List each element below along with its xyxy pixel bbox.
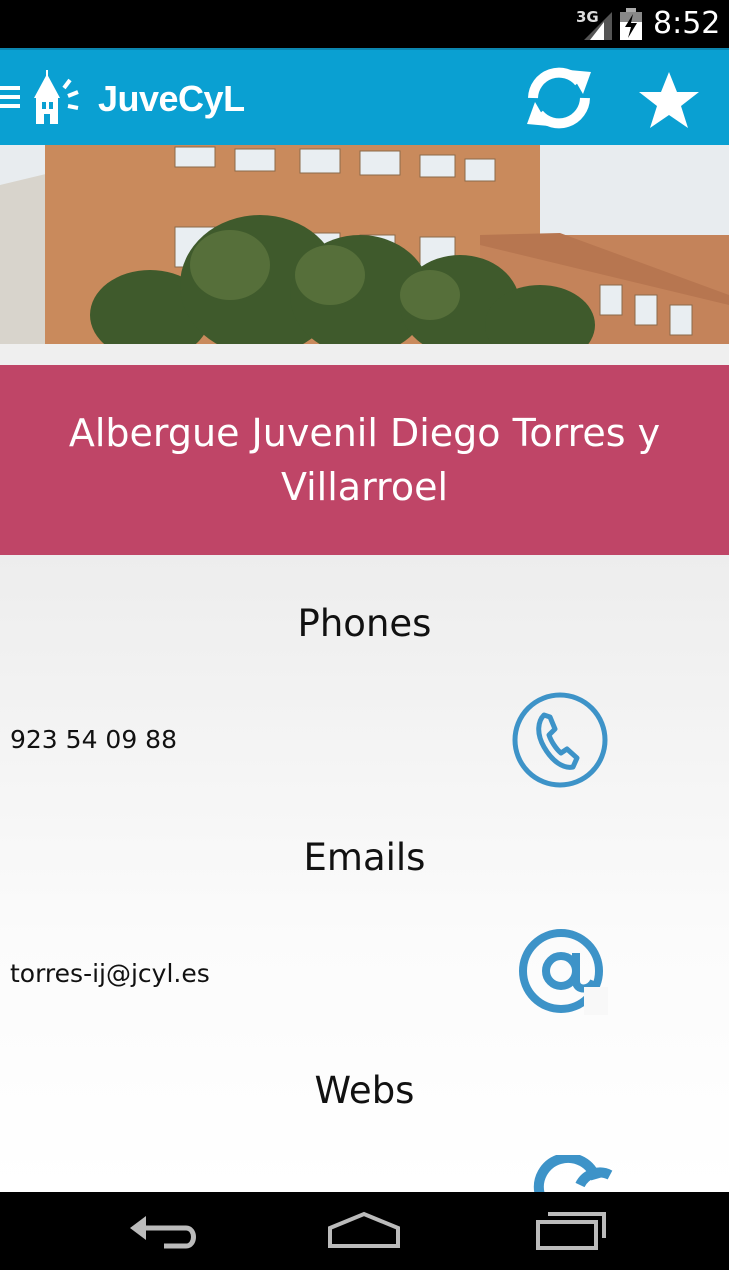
system-nav-bar <box>0 1192 729 1270</box>
back-icon[interactable] <box>124 1206 204 1256</box>
place-title-band: Albergue Juvenil Diego Torres y Villarro… <box>0 365 729 555</box>
spacer <box>0 344 729 365</box>
web-link-icon[interactable] <box>530 1155 620 1192</box>
status-bar: 3G 8:52 <box>0 0 729 48</box>
app-title: JuveCyL <box>98 78 245 119</box>
email-address[interactable]: torres-ij@jcyl.es <box>10 959 210 988</box>
email-at-icon[interactable] <box>514 927 608 1015</box>
hostel-photo <box>0 145 729 344</box>
refresh-icon[interactable] <box>523 64 595 132</box>
phones-heading: Phones <box>297 602 432 645</box>
emails-heading: Emails <box>303 836 426 879</box>
phone-number[interactable]: 923 54 09 88 <box>10 725 177 754</box>
contact-content[interactable]: Phones 923 54 09 88 Emails torres-ij@jcy… <box>0 555 729 1192</box>
favorite-star-icon[interactable] <box>636 70 702 130</box>
hostel-building-illustration <box>0 145 729 344</box>
webs-heading: Webs <box>314 1069 415 1112</box>
clock: 8:52 <box>653 6 721 41</box>
phone-call-icon[interactable] <box>511 691 609 789</box>
place-name: Albergue Juvenil Diego Torres y Villarro… <box>68 411 661 509</box>
signal-icon <box>584 12 612 40</box>
menu-icon[interactable] <box>0 86 22 112</box>
juvecyl-logo[interactable] <box>30 70 90 126</box>
battery-icon <box>620 8 642 40</box>
app-bar: JuveCyL <box>0 48 729 145</box>
home-icon[interactable] <box>324 1206 404 1256</box>
recent-apps-icon[interactable] <box>530 1206 610 1256</box>
